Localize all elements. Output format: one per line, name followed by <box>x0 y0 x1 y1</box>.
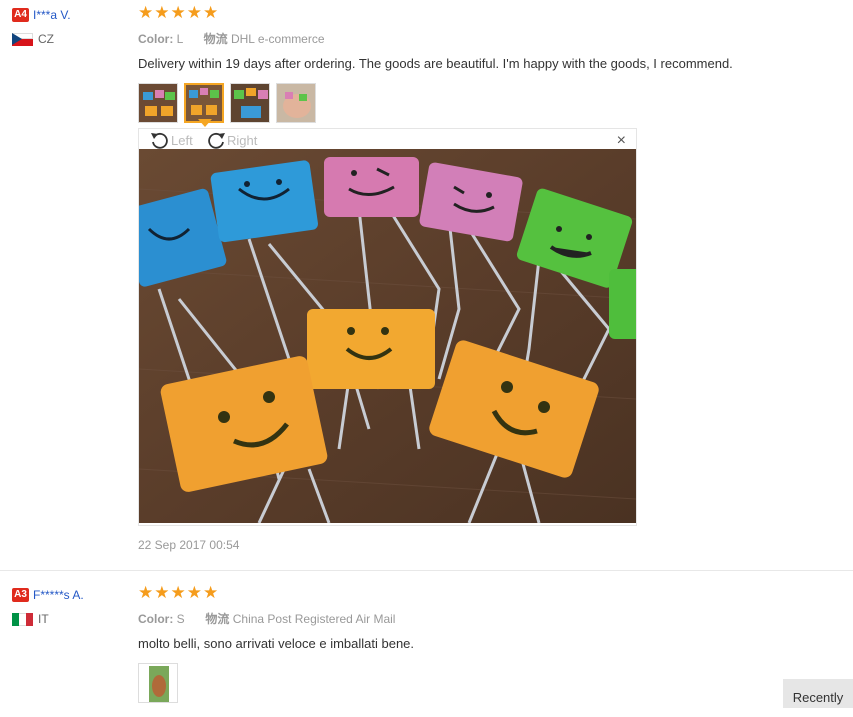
review-content: ★★★★★ Color: L 物流 DHL e-commerce Deliver… <box>138 4 733 123</box>
buyer-level-badge: A3 <box>12 587 29 602</box>
review-photo <box>139 149 636 523</box>
buyer-level-badge: A4 <box>12 7 29 22</box>
color-value: S <box>176 612 185 626</box>
review-item: A3 F*****s A. IT ★★★★★ Color: S 物流 China … <box>0 571 853 708</box>
close-viewer-button[interactable]: × <box>617 132 626 150</box>
review-item: A4 I***a V. CZ ★★★★★ Color: L 物流 DHL e-co… <box>0 0 853 571</box>
reviewer-info: A4 I***a V. CZ <box>12 6 71 46</box>
flag-cz-icon <box>12 32 33 46</box>
review-photo-thumbnails <box>138 663 414 703</box>
rating-stars: ★★★★★ <box>138 3 220 22</box>
rotate-right-button[interactable]: Right <box>205 131 257 149</box>
reviewer-name[interactable]: I***a V. <box>33 8 71 22</box>
review-date: 22 Sep 2017 00:54 <box>138 538 240 552</box>
reviewer-country: IT <box>12 612 84 626</box>
shipping-label: 物流 <box>203 32 228 46</box>
country-code: IT <box>38 611 49 626</box>
shipping-value: DHL e-commerce <box>230 32 325 46</box>
shipping-label: 物流 <box>205 612 230 626</box>
review-photo-thumbnail[interactable] <box>138 663 178 703</box>
rotate-left-button[interactable]: Left <box>149 131 193 149</box>
country-code: CZ <box>38 31 54 46</box>
order-attributes: Color: L 物流 DHL e-commerce <box>138 30 733 47</box>
color-value: L <box>176 32 183 46</box>
flag-it-icon <box>12 612 33 626</box>
rotate-left-label: Left <box>171 132 193 148</box>
rotate-right-icon <box>208 132 225 149</box>
review-photo-thumbnail-active[interactable] <box>184 83 224 123</box>
review-content: ★★★★★ Color: S 物流 China Post Registered … <box>138 584 414 703</box>
photo-viewer: Left Right × <box>138 128 637 526</box>
color-label: Color: <box>138 32 174 46</box>
reviewer-country: CZ <box>12 32 71 46</box>
color-label: Color: <box>138 612 174 626</box>
review-photo-thumbnails <box>138 83 733 123</box>
reviewer-name[interactable]: F*****s A. <box>33 588 84 602</box>
rotate-left-icon <box>151 132 168 149</box>
review-photo-thumbnail[interactable] <box>138 83 178 123</box>
shipping-value: China Post Registered Air Mail <box>232 612 396 626</box>
order-attributes: Color: S 物流 China Post Registered Air Ma… <box>138 610 414 627</box>
sort-recently-button[interactable]: Recently <box>783 679 853 708</box>
review-text: molto belli, sono arrivati veloce e imba… <box>138 636 415 651</box>
review-photo-thumbnail[interactable] <box>230 83 270 123</box>
rating-stars: ★★★★★ <box>138 583 220 602</box>
reviewer-info: A3 F*****s A. IT <box>12 586 84 626</box>
review-text: Delivery within 19 days after ordering. … <box>138 56 733 71</box>
review-photo-thumbnail[interactable] <box>276 83 316 123</box>
rotate-right-label: Right <box>227 132 258 148</box>
